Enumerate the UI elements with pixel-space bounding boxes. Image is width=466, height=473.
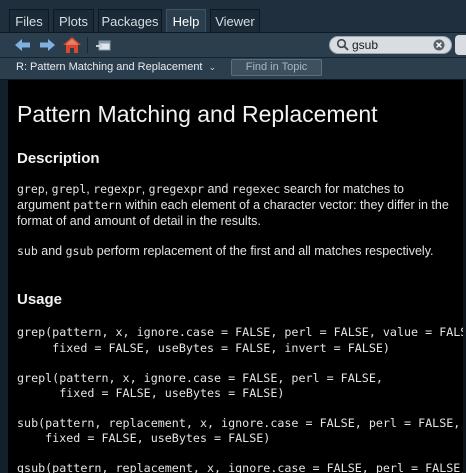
usage-line: fixed = FALSE, useBytes = FALSE, invert … — [17, 341, 390, 355]
topic-dropdown[interactable]: R: Pattern Matching and Replacement ⌄ — [16, 61, 216, 73]
tab-viewer[interactable]: Viewer — [210, 9, 260, 32]
tab-plots[interactable]: Plots — [53, 9, 94, 32]
code-gsub: gsub — [65, 244, 94, 258]
separator: , — [44, 182, 52, 196]
show-in-new-window-button[interactable] — [94, 36, 114, 54]
page-title: Pattern Matching and Replacement — [17, 101, 378, 127]
usage-line: sub(pattern, replacement, x, ignore.case… — [17, 416, 461, 430]
usage-line: gsub(pattern, replacement, x, ignore.cas… — [17, 461, 466, 473]
code-regexpr: regexpr — [93, 182, 142, 196]
code-grepl: grepl — [51, 182, 87, 196]
tab-packages[interactable]: Packages — [98, 9, 162, 32]
description-paragraph-2: sub and gsub perform replacement of the … — [17, 243, 457, 259]
home-button[interactable] — [62, 36, 82, 54]
conjunction: and — [204, 182, 232, 196]
help-toolbar — [0, 33, 466, 58]
popout-icon — [96, 40, 111, 51]
arrow-left-icon — [15, 39, 30, 51]
code-pattern: pattern — [73, 198, 122, 212]
code-grep: grep — [17, 182, 45, 196]
help-pane: Files Plots Packages Help Viewer gsub R:… — [0, 0, 466, 473]
separator: , — [141, 182, 149, 196]
usage-line: fixed = FALSE, useBytes = FALSE) — [17, 431, 271, 445]
topic-bar: R: Pattern Matching and Replacement ⌄ Fi… — [0, 58, 466, 80]
search-icon — [336, 38, 349, 51]
topic-label: R: Pattern Matching and Replacement — [16, 61, 203, 73]
usage-line: grep(pattern, x, ignore.case = FALSE, pe… — [17, 325, 466, 339]
back-button[interactable] — [13, 36, 33, 54]
conjunction: and — [37, 244, 66, 258]
forward-button[interactable] — [37, 36, 57, 54]
usage-line: grepl(pattern, x, ignore.case = FALSE, p… — [17, 371, 383, 385]
description-paragraph-1: grep, grepl, regexpr, gregexpr and regex… — [17, 181, 457, 229]
chevron-down-icon: ⌄ — [208, 62, 217, 72]
description-text: perform replacement of the first and all… — [93, 244, 434, 258]
code-sub: sub — [17, 244, 38, 258]
tab-files[interactable]: Files — [9, 9, 49, 32]
description-heading: Description — [17, 150, 100, 167]
help-search-box — [329, 36, 452, 54]
code-gregexpr: gregexpr — [148, 182, 205, 196]
search-field-edge — [455, 35, 466, 55]
find-in-topic-field[interactable]: Find in Topic — [231, 59, 322, 76]
clear-icon[interactable] — [433, 39, 445, 51]
help-content: Pattern Matching and Replacement Descrip… — [0, 80, 466, 473]
tab-help[interactable]: Help — [166, 9, 206, 32]
toolbar-divider — [87, 37, 88, 53]
home-icon — [63, 37, 81, 53]
arrow-right-icon — [40, 39, 55, 51]
pane-tab-bar: Files Plots Packages Help Viewer — [0, 0, 466, 33]
help-search-input[interactable] — [352, 38, 432, 52]
usage-line: fixed = FALSE, useBytes = FALSE) — [17, 386, 285, 400]
code-regexec: regexec — [231, 182, 281, 196]
usage-heading: Usage — [17, 291, 63, 308]
